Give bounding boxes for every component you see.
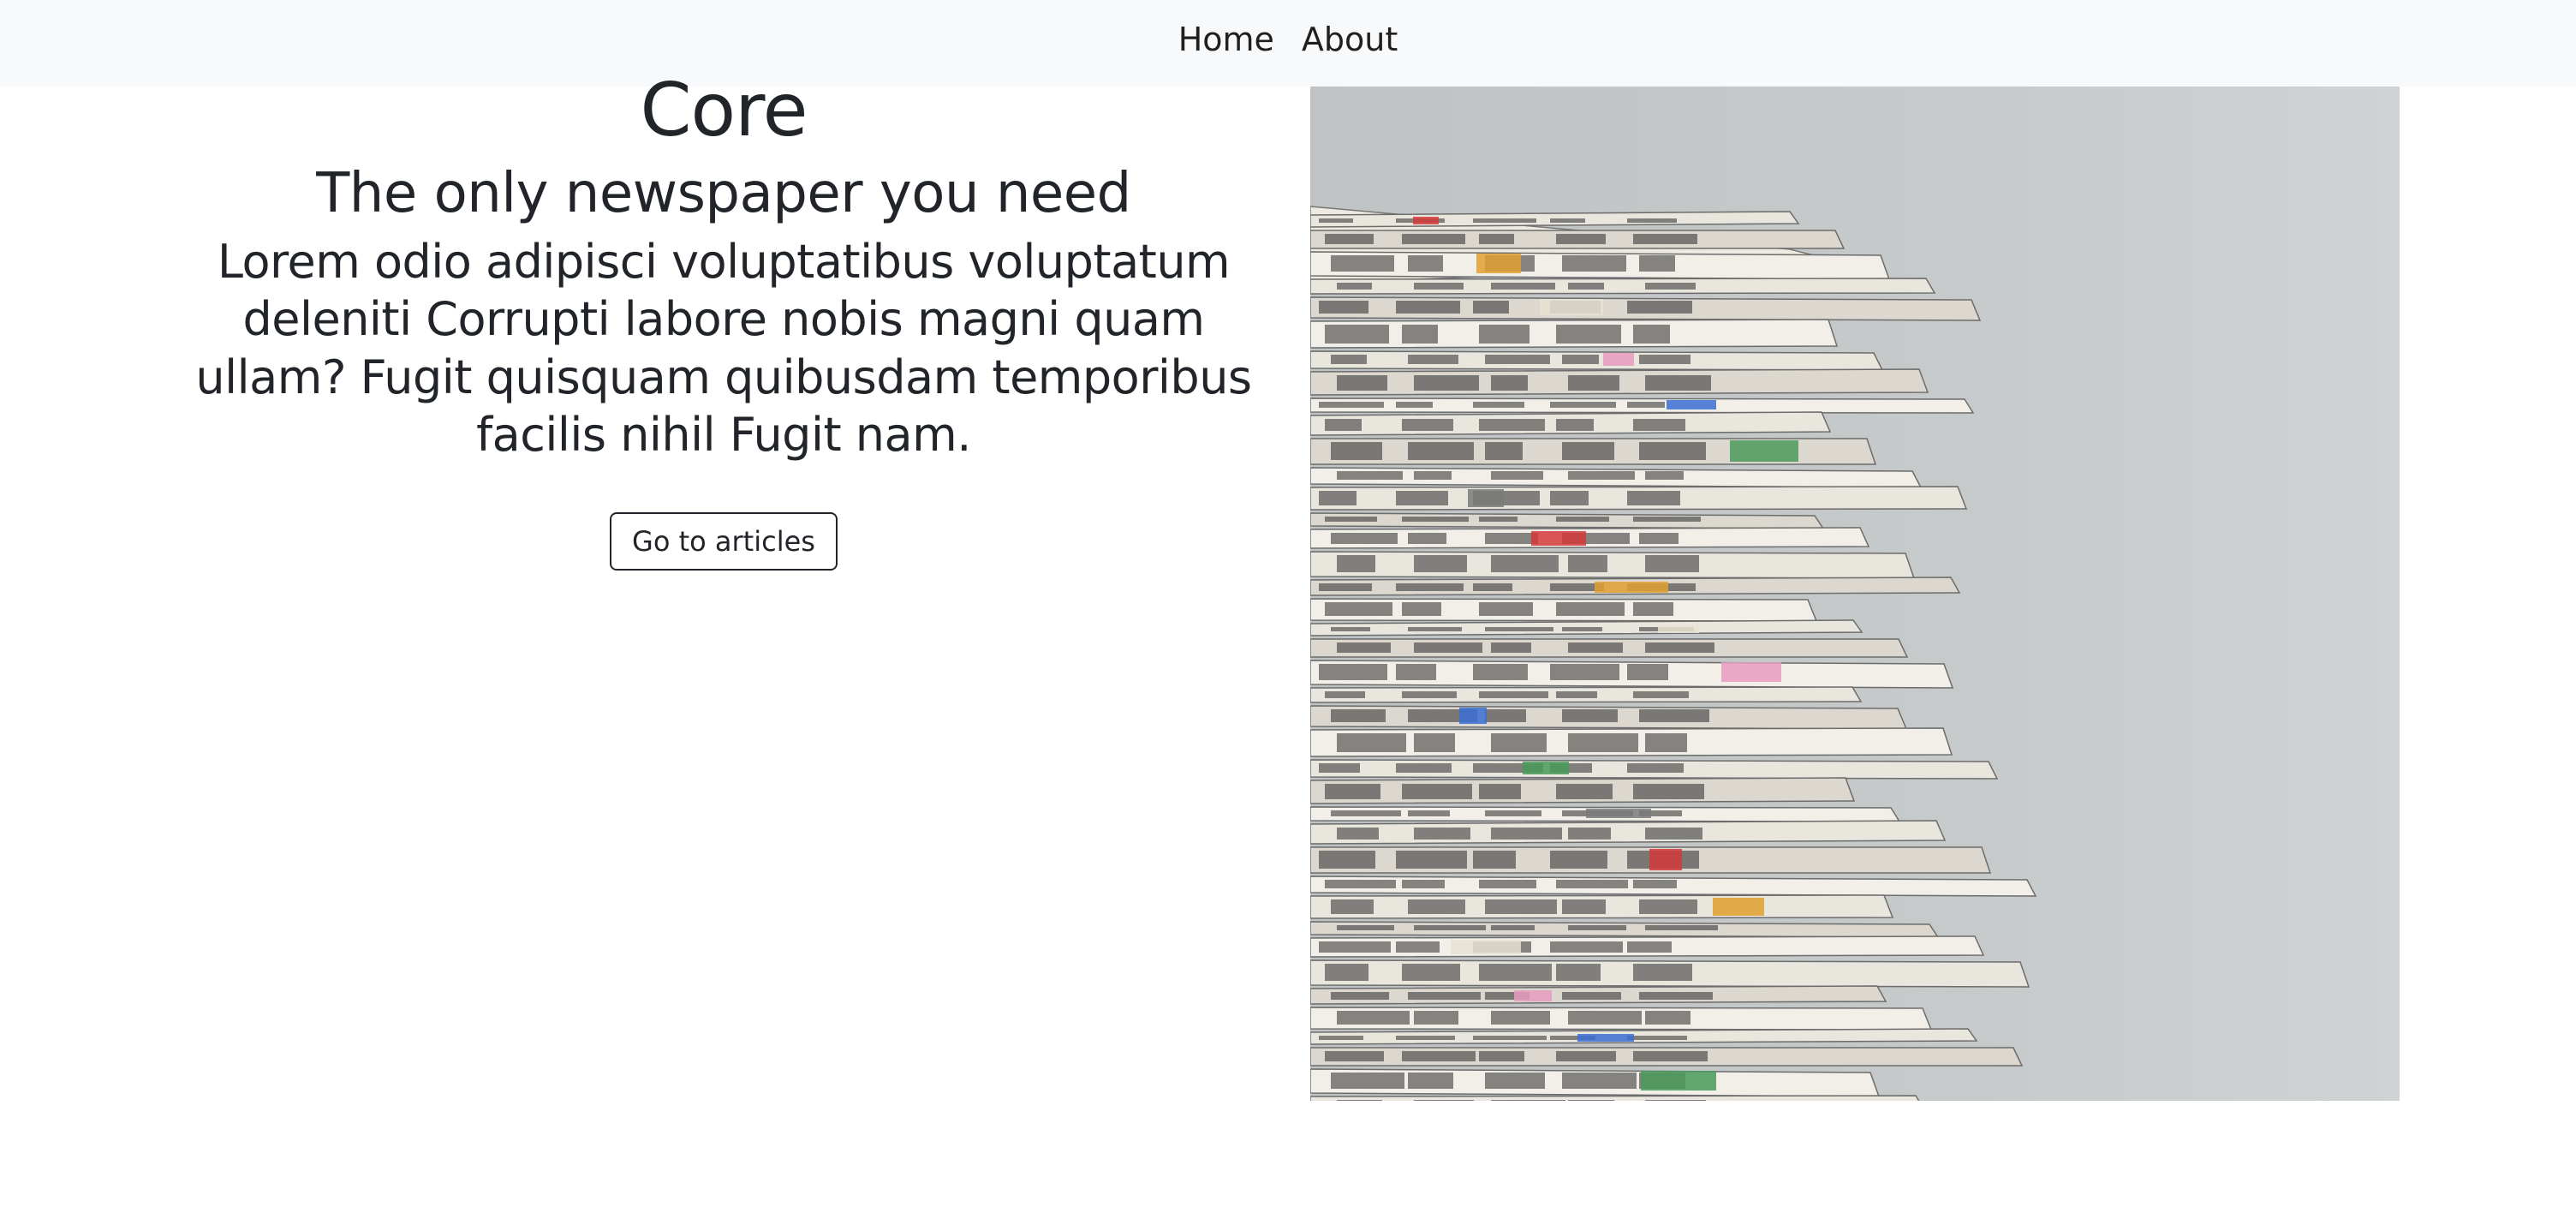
site-title: Core: [640, 68, 808, 153]
newspaper-stack-illustration: [1310, 87, 2400, 1101]
hero-description: Lorem odio adipisci voluptatibus volupta…: [195, 234, 1252, 463]
go-to-articles-button[interactable]: Go to articles: [610, 511, 838, 571]
nav-link-about[interactable]: About: [1302, 21, 1398, 58]
hero-tagline: The only newspaper you need: [316, 162, 1131, 226]
hero-text-section: Core The only newspaper you need Lorem o…: [171, 51, 1276, 571]
newspaper-stack-image: [1310, 87, 2400, 1101]
